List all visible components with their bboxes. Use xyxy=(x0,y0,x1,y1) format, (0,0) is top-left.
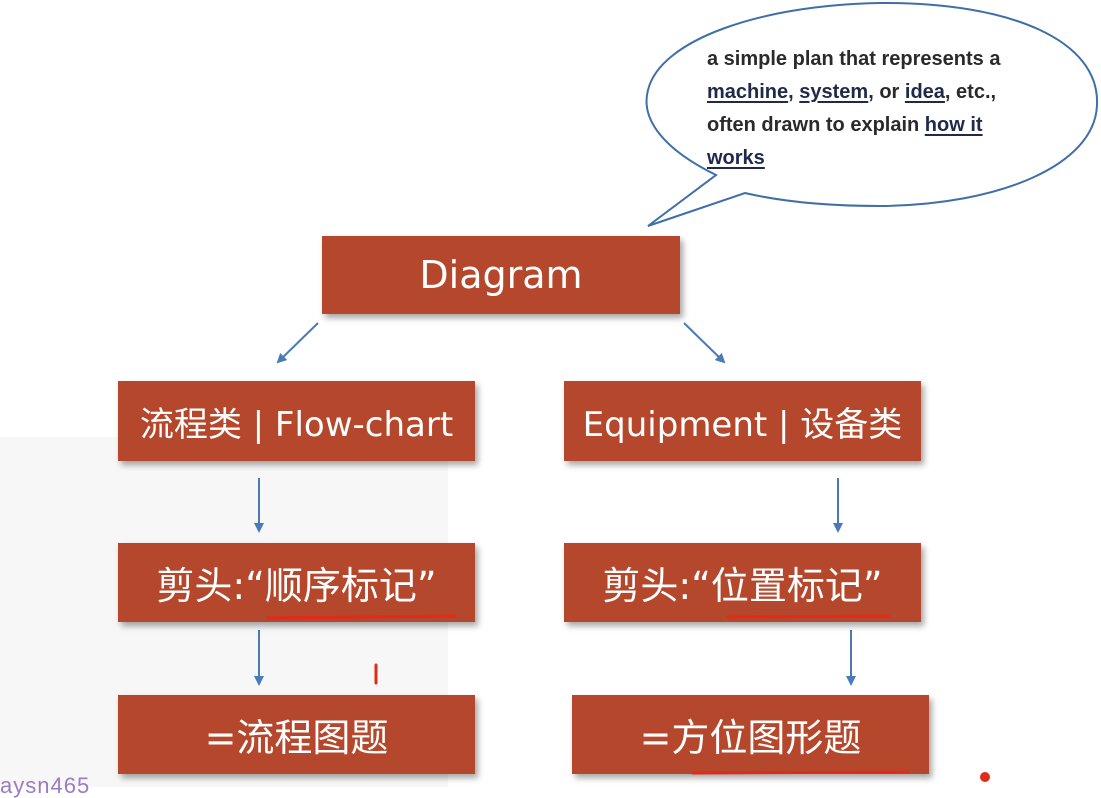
annotation-layer xyxy=(266,614,990,782)
red-underline-map xyxy=(691,770,910,775)
red-underline-sequence xyxy=(266,614,457,620)
red-dot xyxy=(980,772,990,782)
red-underline-position xyxy=(726,614,890,619)
watermark-text: aysn465 xyxy=(0,773,91,798)
